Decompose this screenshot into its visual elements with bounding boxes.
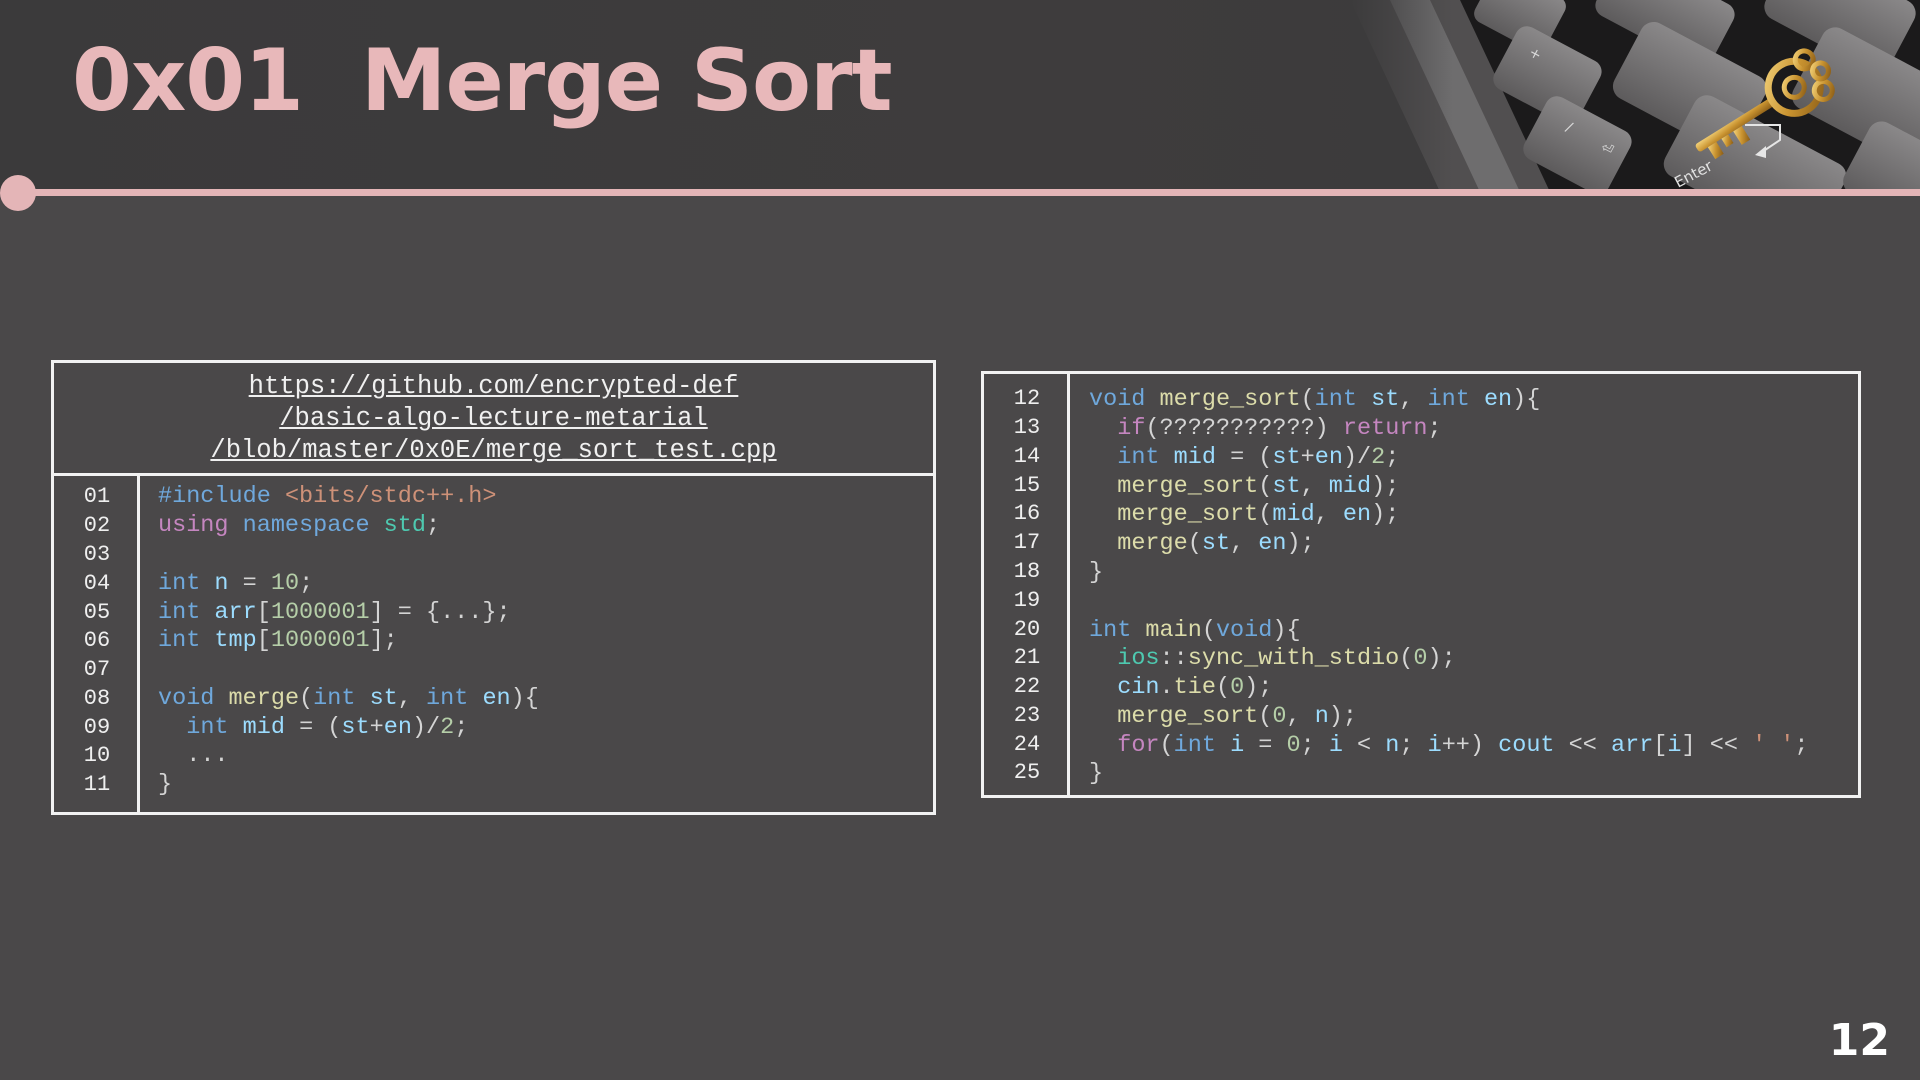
code-line: void merge_sort(int st, int en){ <box>1089 386 1541 413</box>
line-number: 25 <box>1013 760 1041 785</box>
line-number: 08 <box>83 686 111 711</box>
line-number: 16 <box>1013 501 1041 526</box>
line-number-gutter: 12 13 14 15 16 17 18 19 20 21 22 23 24 2… <box>984 374 1070 795</box>
code-line: int tmp[1000001]; <box>158 627 398 654</box>
line-number: 17 <box>1013 530 1041 555</box>
code-line: int arr[1000001] = {...}; <box>158 599 511 626</box>
code-line: int mid = (st+en)/2; <box>1117 444 1400 471</box>
code-line: } <box>1089 760 1104 787</box>
code-line: ios::sync_with_stdio(0); <box>1117 645 1456 672</box>
line-number: 24 <box>1013 732 1041 757</box>
code-line: if(???????????) return; <box>1117 415 1442 442</box>
line-number: 20 <box>1013 617 1041 642</box>
line-number: 01 <box>83 484 111 509</box>
line-number: 10 <box>83 743 111 768</box>
line-number: 09 <box>83 715 111 740</box>
line-number: 12 <box>1013 386 1041 411</box>
keyboard-key-photo: + / ⏎ Enter <box>1350 0 1920 192</box>
line-number: 15 <box>1013 473 1041 498</box>
slide-header: 0x01 Merge Sort <box>0 0 1920 192</box>
code-line: merge_sort(mid, en); <box>1117 501 1400 528</box>
code-line: #include <bits/stdc++.h> <box>158 483 497 510</box>
source-url-line-3[interactable]: /blob/master/0x0E/merge_sort_test.cpp <box>210 435 776 467</box>
line-number: 22 <box>1013 674 1041 699</box>
code-line: int mid = (st+en)/2; <box>186 714 469 741</box>
code-line: cin.tie(0); <box>1117 674 1273 701</box>
page-number: 12 <box>1828 1015 1890 1066</box>
code-line: merge_sort(0, n); <box>1117 703 1358 730</box>
source-url[interactable]: https://github.com/encrypted-def /basic-… <box>54 363 933 476</box>
line-number: 07 <box>83 657 111 682</box>
code-line: ... <box>186 742 229 769</box>
slide-title: 0x01 Merge Sort <box>72 31 893 131</box>
line-number: 02 <box>83 513 111 538</box>
code-panel-left: https://github.com/encrypted-def /basic-… <box>51 360 936 815</box>
line-number: 06 <box>83 628 111 653</box>
line-number: 21 <box>1013 645 1041 670</box>
line-number: 18 <box>1013 559 1041 584</box>
code-panel-right: 12 13 14 15 16 17 18 19 20 21 22 23 24 2… <box>981 371 1861 798</box>
header-divider-dot <box>0 175 36 211</box>
header-divider-line <box>18 189 1920 196</box>
code-line: merge_sort(st, mid); <box>1117 473 1400 500</box>
line-number: 19 <box>1013 588 1041 613</box>
line-number: 05 <box>83 600 111 625</box>
code-line: int main(void){ <box>1089 617 1301 644</box>
source-url-line-1[interactable]: https://github.com/encrypted-def <box>249 371 739 403</box>
source-url-line-2[interactable]: /basic-algo-lecture-metarial <box>279 403 707 435</box>
code-line: int n = 10; <box>158 570 314 597</box>
line-number: 03 <box>83 542 111 567</box>
code-line: for(int i = 0; i < n; i++) cout << arr[i… <box>1117 732 1809 759</box>
code-block-left: #include <bits/stdc++.h> using namespace… <box>158 482 928 812</box>
line-number: 14 <box>1013 444 1041 469</box>
line-number-gutter: 01 02 03 04 05 06 07 08 09 10 11 <box>54 476 140 812</box>
code-line: } <box>1089 559 1104 586</box>
line-number: 13 <box>1013 415 1041 440</box>
line-number: 04 <box>83 571 111 596</box>
code-line: using namespace std; <box>158 512 441 539</box>
line-number: 11 <box>83 772 111 797</box>
code-line: } <box>158 771 173 798</box>
code-block-right: void merge_sort(int st, int en){ if(????… <box>1089 382 1854 794</box>
code-line: merge(st, en); <box>1117 530 1315 557</box>
line-number: 23 <box>1013 703 1041 728</box>
code-line: void merge(int st, int en){ <box>158 685 539 712</box>
